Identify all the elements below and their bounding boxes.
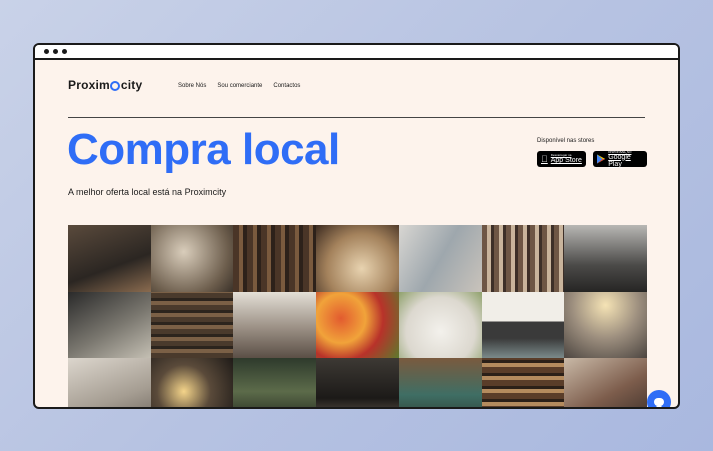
app-store-text: Descarregar na App Store [544,154,582,165]
nav-link-contactos[interactable]: Contactos [273,83,300,89]
logo-text-left: Proxim [68,78,110,92]
gallery-photo [150,225,234,292]
gallery-photo [68,291,151,359]
gallery-photo [150,291,234,359]
gallery-photo [68,358,151,407]
app-store-label: App Store [544,157,582,164]
gallery-photo [316,358,399,407]
gallery-photo [481,225,565,292]
chat-icon [654,398,664,407]
google-play-text: DISPONÍVEL NO Google Play [608,150,643,168]
hero-tagline: A melhor oferta local está na Proximcity [68,187,227,197]
gallery-photo [316,291,399,359]
gallery-photo [564,291,647,359]
window-titlebar [35,45,678,60]
logo[interactable]: Proxim city [68,78,142,92]
gallery-photo [316,225,399,292]
main-nav: Sobre Nós Sou comerciante Contactos [178,83,300,89]
photo-gallery [68,225,647,407]
header-divider [68,117,645,118]
apple-icon:  [541,154,548,164]
gallery-photo [150,358,234,407]
window-dot-icon [44,49,49,54]
app-store-button[interactable]:  Descarregar na App Store [537,151,586,167]
gallery-photo [68,225,151,292]
window-dot-icon [62,49,67,54]
nav-link-sou-comerciante[interactable]: Sou comerciante [217,83,262,89]
hero-title: Compra local [67,125,340,174]
gallery-photo [564,358,647,407]
nav-link-sobre-nos[interactable]: Sobre Nós [178,83,206,89]
gallery-photo [233,225,317,292]
gallery-photo [481,358,565,407]
logo-text-right: city [120,78,143,92]
window-dot-icon [53,49,58,54]
chat-button[interactable] [647,390,671,407]
gallery-photo [233,358,317,407]
google-play-label: Google Play [608,153,631,168]
gallery-photo [233,291,317,359]
gallery-photo [564,225,647,292]
landing-page: Proxim city Sobre Nós Sou comerciante Co… [35,60,678,407]
gallery-photo [481,291,565,359]
browser-window: Proxim city Sobre Nós Sou comerciante Co… [33,43,680,409]
google-play-button[interactable]: DISPONÍVEL NO Google Play [593,150,647,168]
gallery-photo [398,358,482,407]
gallery-photo [398,225,482,292]
logo-mark-icon [110,81,121,91]
play-icon [597,154,606,164]
gallery-photo [398,291,482,359]
stores-label: Disponível nas stores [537,138,595,144]
